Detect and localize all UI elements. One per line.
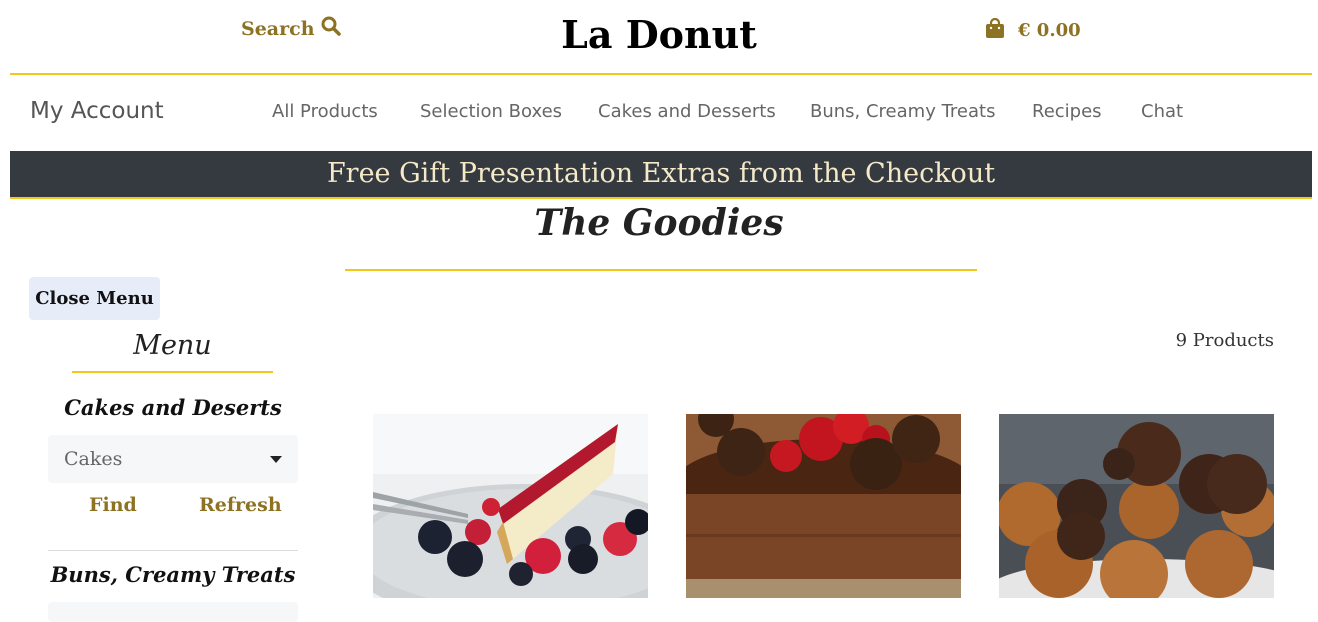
nav-selection-boxes[interactable]: Selection Boxes (420, 101, 562, 122)
chevron-down-icon (270, 455, 282, 463)
product-image-chocolate-cake[interactable] (686, 414, 961, 598)
header-divider (10, 73, 1312, 75)
section-divider (345, 269, 977, 271)
category-select-buns[interactable] (48, 602, 298, 622)
category-title-cakes: Cakes and Deserts (64, 395, 282, 420)
category-select[interactable]: Cakes (48, 435, 298, 483)
menu-title: Menu (133, 330, 212, 361)
sidebar-divider (48, 550, 298, 551)
cart-total: € 0.00 (1018, 20, 1081, 41)
site-logo[interactable]: La Donut (0, 12, 1318, 57)
category-title-buns: Buns, Creamy Treats (50, 562, 296, 587)
menu-divider (72, 371, 273, 373)
cart-button[interactable]: € 0.00 (986, 17, 1081, 43)
promo-banner: Free Gift Presentation Extras from the C… (10, 151, 1312, 199)
nav-recipes[interactable]: Recipes (1032, 101, 1102, 122)
find-button[interactable]: Find (89, 494, 137, 516)
product-image-cheesecake[interactable] (373, 414, 648, 598)
product-image-cookies[interactable] (999, 414, 1274, 598)
category-select-value: Cakes (64, 448, 123, 470)
my-account-link[interactable]: My Account (30, 98, 164, 124)
close-menu-button[interactable]: Close Menu (29, 277, 160, 320)
refresh-button[interactable]: Refresh (199, 494, 282, 516)
nav-buns-creamy-treats[interactable]: Buns, Creamy Treats (810, 101, 995, 122)
nav-all-products[interactable]: All Products (272, 101, 378, 122)
shopping-bag-icon (986, 17, 1004, 43)
nav-chat[interactable]: Chat (1141, 101, 1183, 122)
section-title: The Goodies (534, 202, 784, 244)
nav-cakes-and-desserts[interactable]: Cakes and Desserts (598, 101, 776, 122)
product-count: 9 Products (1175, 330, 1274, 351)
